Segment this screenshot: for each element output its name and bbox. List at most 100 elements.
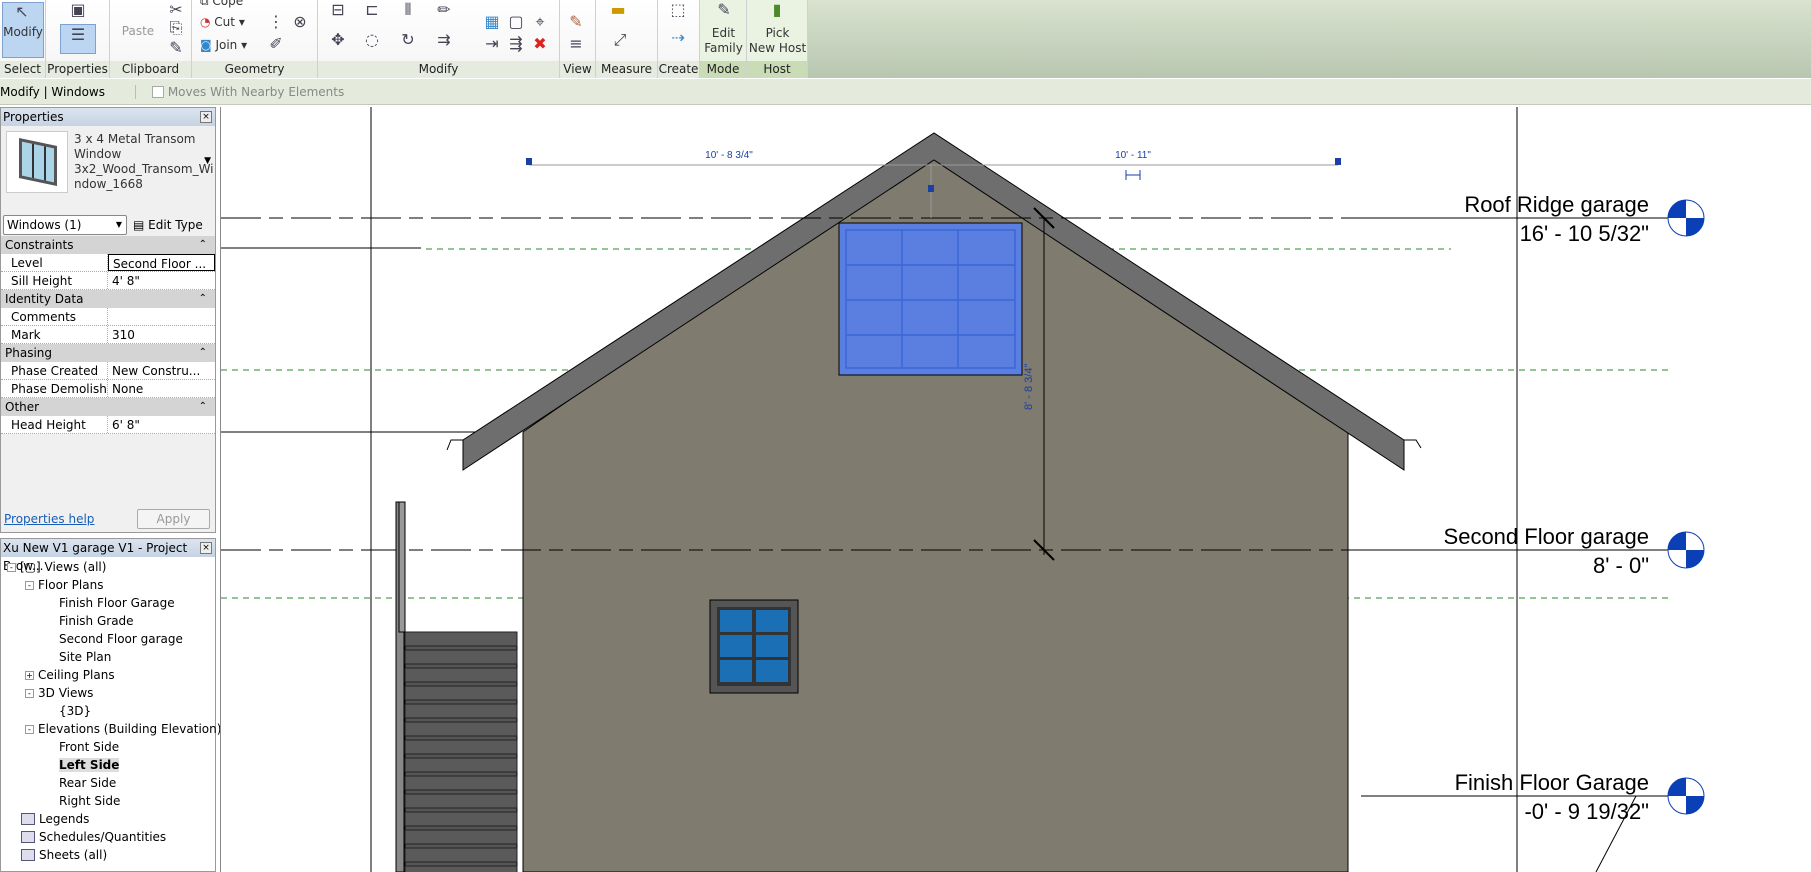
cope-button[interactable]: ⧉ Cope [200,0,243,9]
level-marker[interactable]: Second Floor garage 8' - 0" [1361,524,1705,578]
browser-item[interactable]: {3D} [1,702,215,720]
join-button[interactable]: ◙ Join ▾ [200,38,247,53]
lower-window[interactable] [709,599,799,694]
collapse-icon[interactable]: - [7,563,16,572]
dimension-right[interactable]: 10' - 11" [1115,150,1151,161]
browser-item[interactable]: Left Side [1,756,215,774]
checkbox-box[interactable] [151,86,164,98]
create-group-icon[interactable]: ⇢ [668,28,688,48]
property-row[interactable]: Mark 310 [1,326,215,344]
collapse-icon[interactable]: - [25,689,34,698]
property-row[interactable]: Sill Height 4' 8" [1,272,215,290]
align-icon[interactable]: ⊟ [328,0,348,20]
pick-new-host-button[interactable]: Pick New Host [747,26,808,56]
edit-type-button[interactable]: ▤ Edit Type [133,215,203,235]
property-value[interactable]: 6' 8" [108,416,215,433]
collapse-icon[interactable]: ⌃ [199,344,207,362]
properties-help-link[interactable]: Properties help [4,512,94,526]
trim-single-icon[interactable]: ⇶ [506,34,526,54]
property-row[interactable]: Phase Created New Constru... [1,362,215,380]
rotate-icon[interactable]: ↻ [398,30,418,50]
split-face-icon[interactable]: ⊗ [290,12,310,32]
browser-item[interactable]: Site Plan [1,648,215,666]
browser-item[interactable]: Sheets (all) [1,846,215,864]
collapse-icon[interactable]: ⌃ [199,236,207,254]
trim-multiple-icon[interactable]: ⇥ [482,34,502,54]
browser-item[interactable]: - [▢] Views (all) [1,558,215,576]
browser-item[interactable]: Rear Side [1,774,215,792]
browser-item[interactable]: Legends [1,810,215,828]
type-selector[interactable]: 3 x 4 Metal Transom Window 3x2_Wood_Tran… [1,126,215,214]
property-value[interactable]: 310 [108,326,215,343]
close-icon[interactable]: × [200,542,212,554]
mirror-draw-axis-icon[interactable]: ✏ [434,0,454,20]
level-marker[interactable]: Finish Floor Garage -0' - 9 19/32" [1361,770,1705,824]
mirror-pick-axis-icon[interactable]: ⫴ [398,0,418,20]
property-row[interactable]: Comments [1,308,215,326]
browser-item[interactable]: - Floor Plans [1,576,215,594]
property-group-header[interactable]: Identity Data ⌃ [1,290,215,308]
paste-button[interactable]: Paste [118,24,158,39]
type-properties-icon[interactable]: ▣ [68,0,88,20]
override-graphics-icon[interactable]: ✎ [566,12,586,32]
dimension-vertical[interactable]: 8' - 8 3/4" [1023,364,1035,410]
property-value[interactable]: None [108,380,215,397]
property-group-header[interactable]: Phasing ⌃ [1,344,215,362]
properties-icon[interactable]: ☰ [60,24,96,54]
move-icon[interactable]: ✥ [328,30,348,50]
property-value[interactable]: 4' 8" [108,272,215,289]
pin-icon[interactable]: ⌖ [530,12,550,32]
expand-icon[interactable]: + [25,671,34,680]
match-properties-icon[interactable]: ✎ [166,38,186,58]
copy-element-icon[interactable]: ◌ [362,30,382,50]
project-browser-title-bar[interactable]: Xu New V1 garage V1 - Project Brow... × [1,539,215,573]
property-row[interactable]: Level Second Floor ... [1,254,215,272]
dimension-left[interactable]: 10' - 8 3/4" [705,150,753,161]
linework-icon[interactable]: ≡ [566,34,586,54]
chevron-down-icon[interactable]: ▼ [204,156,211,166]
collapse-icon[interactable]: ⌃ [199,290,207,308]
copy-icon[interactable]: ⎘ [166,18,186,38]
browser-item[interactable]: Schedules/Quantities [1,828,215,846]
delete-icon[interactable]: ✖ [530,34,550,54]
edit-family-button[interactable]: Edit Family [700,26,747,56]
drawing-canvas[interactable]: 10' - 8 3/4" 10' - 11" 8' - 8 3/4" Roof … [220,107,1811,872]
selected-window[interactable] [838,222,1023,376]
offset-icon[interactable]: ⊏ [362,0,382,20]
create-parts-icon[interactable]: ⬚ [668,0,688,20]
browser-item[interactable]: Finish Grade [1,612,215,630]
level-marker[interactable]: Roof Ridge garage 16' - 10 5/32" [1361,192,1705,246]
collapse-icon[interactable]: - [25,581,34,590]
trim-extend-icon[interactable]: ⇉ [434,30,454,50]
aligned-dimension-icon[interactable]: ⤢ [610,30,630,50]
property-value[interactable]: New Constru... [108,362,215,379]
stairs[interactable] [395,501,518,872]
wall-joins-icon[interactable]: ⋮ [266,12,286,32]
property-group-header[interactable]: Constraints ⌃ [1,236,215,254]
browser-item[interactable]: Second Floor garage [1,630,215,648]
cut-geometry-button[interactable]: ◔ Cut ▾ [200,15,245,30]
browser-item[interactable]: Finish Floor Garage [1,594,215,612]
property-row[interactable]: Phase Demolish... None [1,380,215,398]
collapse-icon[interactable]: ⌃ [199,398,207,416]
scale-icon[interactable]: ▢ [506,12,526,32]
array-icon[interactable]: ▦ [482,12,502,32]
browser-item[interactable]: - Elevations (Building Elevation) [1,720,221,738]
instance-filter-dropdown[interactable]: Windows (1) ▼ [3,215,127,235]
property-group-header[interactable]: Other ⌃ [1,398,215,416]
collapse-icon[interactable]: - [25,725,34,734]
property-value[interactable] [108,308,215,325]
cut-icon[interactable]: ✂ [166,0,186,20]
apply-button[interactable]: Apply [137,509,210,529]
browser-item[interactable]: + Ceiling Plans [1,666,215,684]
property-row[interactable]: Head Height 6' 8" [1,416,215,434]
property-value[interactable]: Second Floor ... [108,254,215,271]
paint-icon[interactable]: ✐ [266,34,286,54]
elevation-view[interactable]: 10' - 8 3/4" 10' - 11" 8' - 8 3/4" Roof … [221,107,1811,872]
measure-icon[interactable]: ▬ [608,0,628,20]
browser-item[interactable]: -3D Views [1,684,215,702]
moves-with-nearby-checkbox[interactable]: Moves With Nearby Elements [151,85,344,99]
properties-title-bar[interactable]: Properties × [1,108,215,126]
close-icon[interactable]: × [200,111,212,123]
browser-item[interactable]: Right Side [1,792,215,810]
